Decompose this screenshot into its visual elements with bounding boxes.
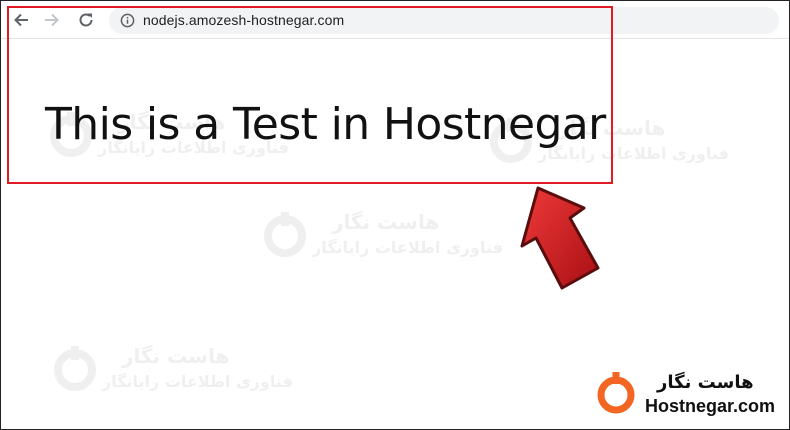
highlight-box bbox=[7, 6, 613, 184]
brand-logo: هاست نگار Hostnegar.com bbox=[595, 372, 785, 422]
brand-name-persian: هاست نگار bbox=[657, 372, 754, 393]
pointer-arrow bbox=[500, 180, 610, 300]
watermark-title: هاست نگار bbox=[332, 210, 440, 234]
arrow-up-left-icon bbox=[520, 186, 600, 290]
page-heading: This is a Test in Hostnegar bbox=[45, 99, 606, 151]
watermark-subtitle: فناوری اطلاعات رایانگار bbox=[312, 238, 503, 257]
watermark-title: هاست نگار bbox=[122, 344, 230, 368]
watermark-logo-icon bbox=[264, 212, 306, 257]
watermark-logo-icon bbox=[54, 346, 96, 391]
hostnegar-logo-icon bbox=[597, 372, 635, 414]
brand-name-english: Hostnegar.com bbox=[645, 396, 776, 416]
watermark-subtitle: فناوری اطلاعات رایانگار bbox=[102, 372, 293, 391]
